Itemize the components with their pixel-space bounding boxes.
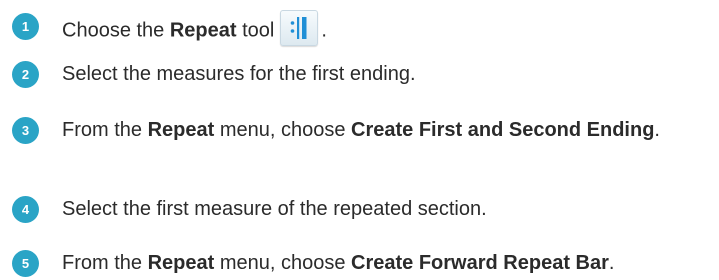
step-text: Select the first measure of the repeated… (62, 198, 487, 220)
repeat-tool-icon (280, 10, 319, 46)
step-number-badge: 1 (12, 13, 39, 40)
step-text: From the Repeat menu, choose Create Firs… (62, 119, 660, 141)
step-number-badge: 2 (12, 61, 39, 88)
instruction-steps: 1 Choose the Repeat tool. 2 Select the m… (0, 0, 719, 280)
menu-command: Create Forward Repeat Bar (351, 252, 609, 274)
step-text: Choose the Repeat tool. (62, 10, 712, 49)
repeat-term: Repeat (169, 19, 237, 42)
step-text: Select the measures for the first ending… (62, 63, 416, 85)
repeat-term: Repeat (147, 252, 215, 274)
step-number-badge: 4 (12, 196, 39, 223)
step-number-badge: 3 (12, 117, 39, 144)
repeat-term: Repeat (147, 119, 215, 141)
step-text: From the Repeat menu, choose Create Forw… (62, 252, 615, 274)
menu-command: Create First and Second Ending (351, 119, 655, 141)
step-number-badge: 5 (12, 250, 39, 277)
